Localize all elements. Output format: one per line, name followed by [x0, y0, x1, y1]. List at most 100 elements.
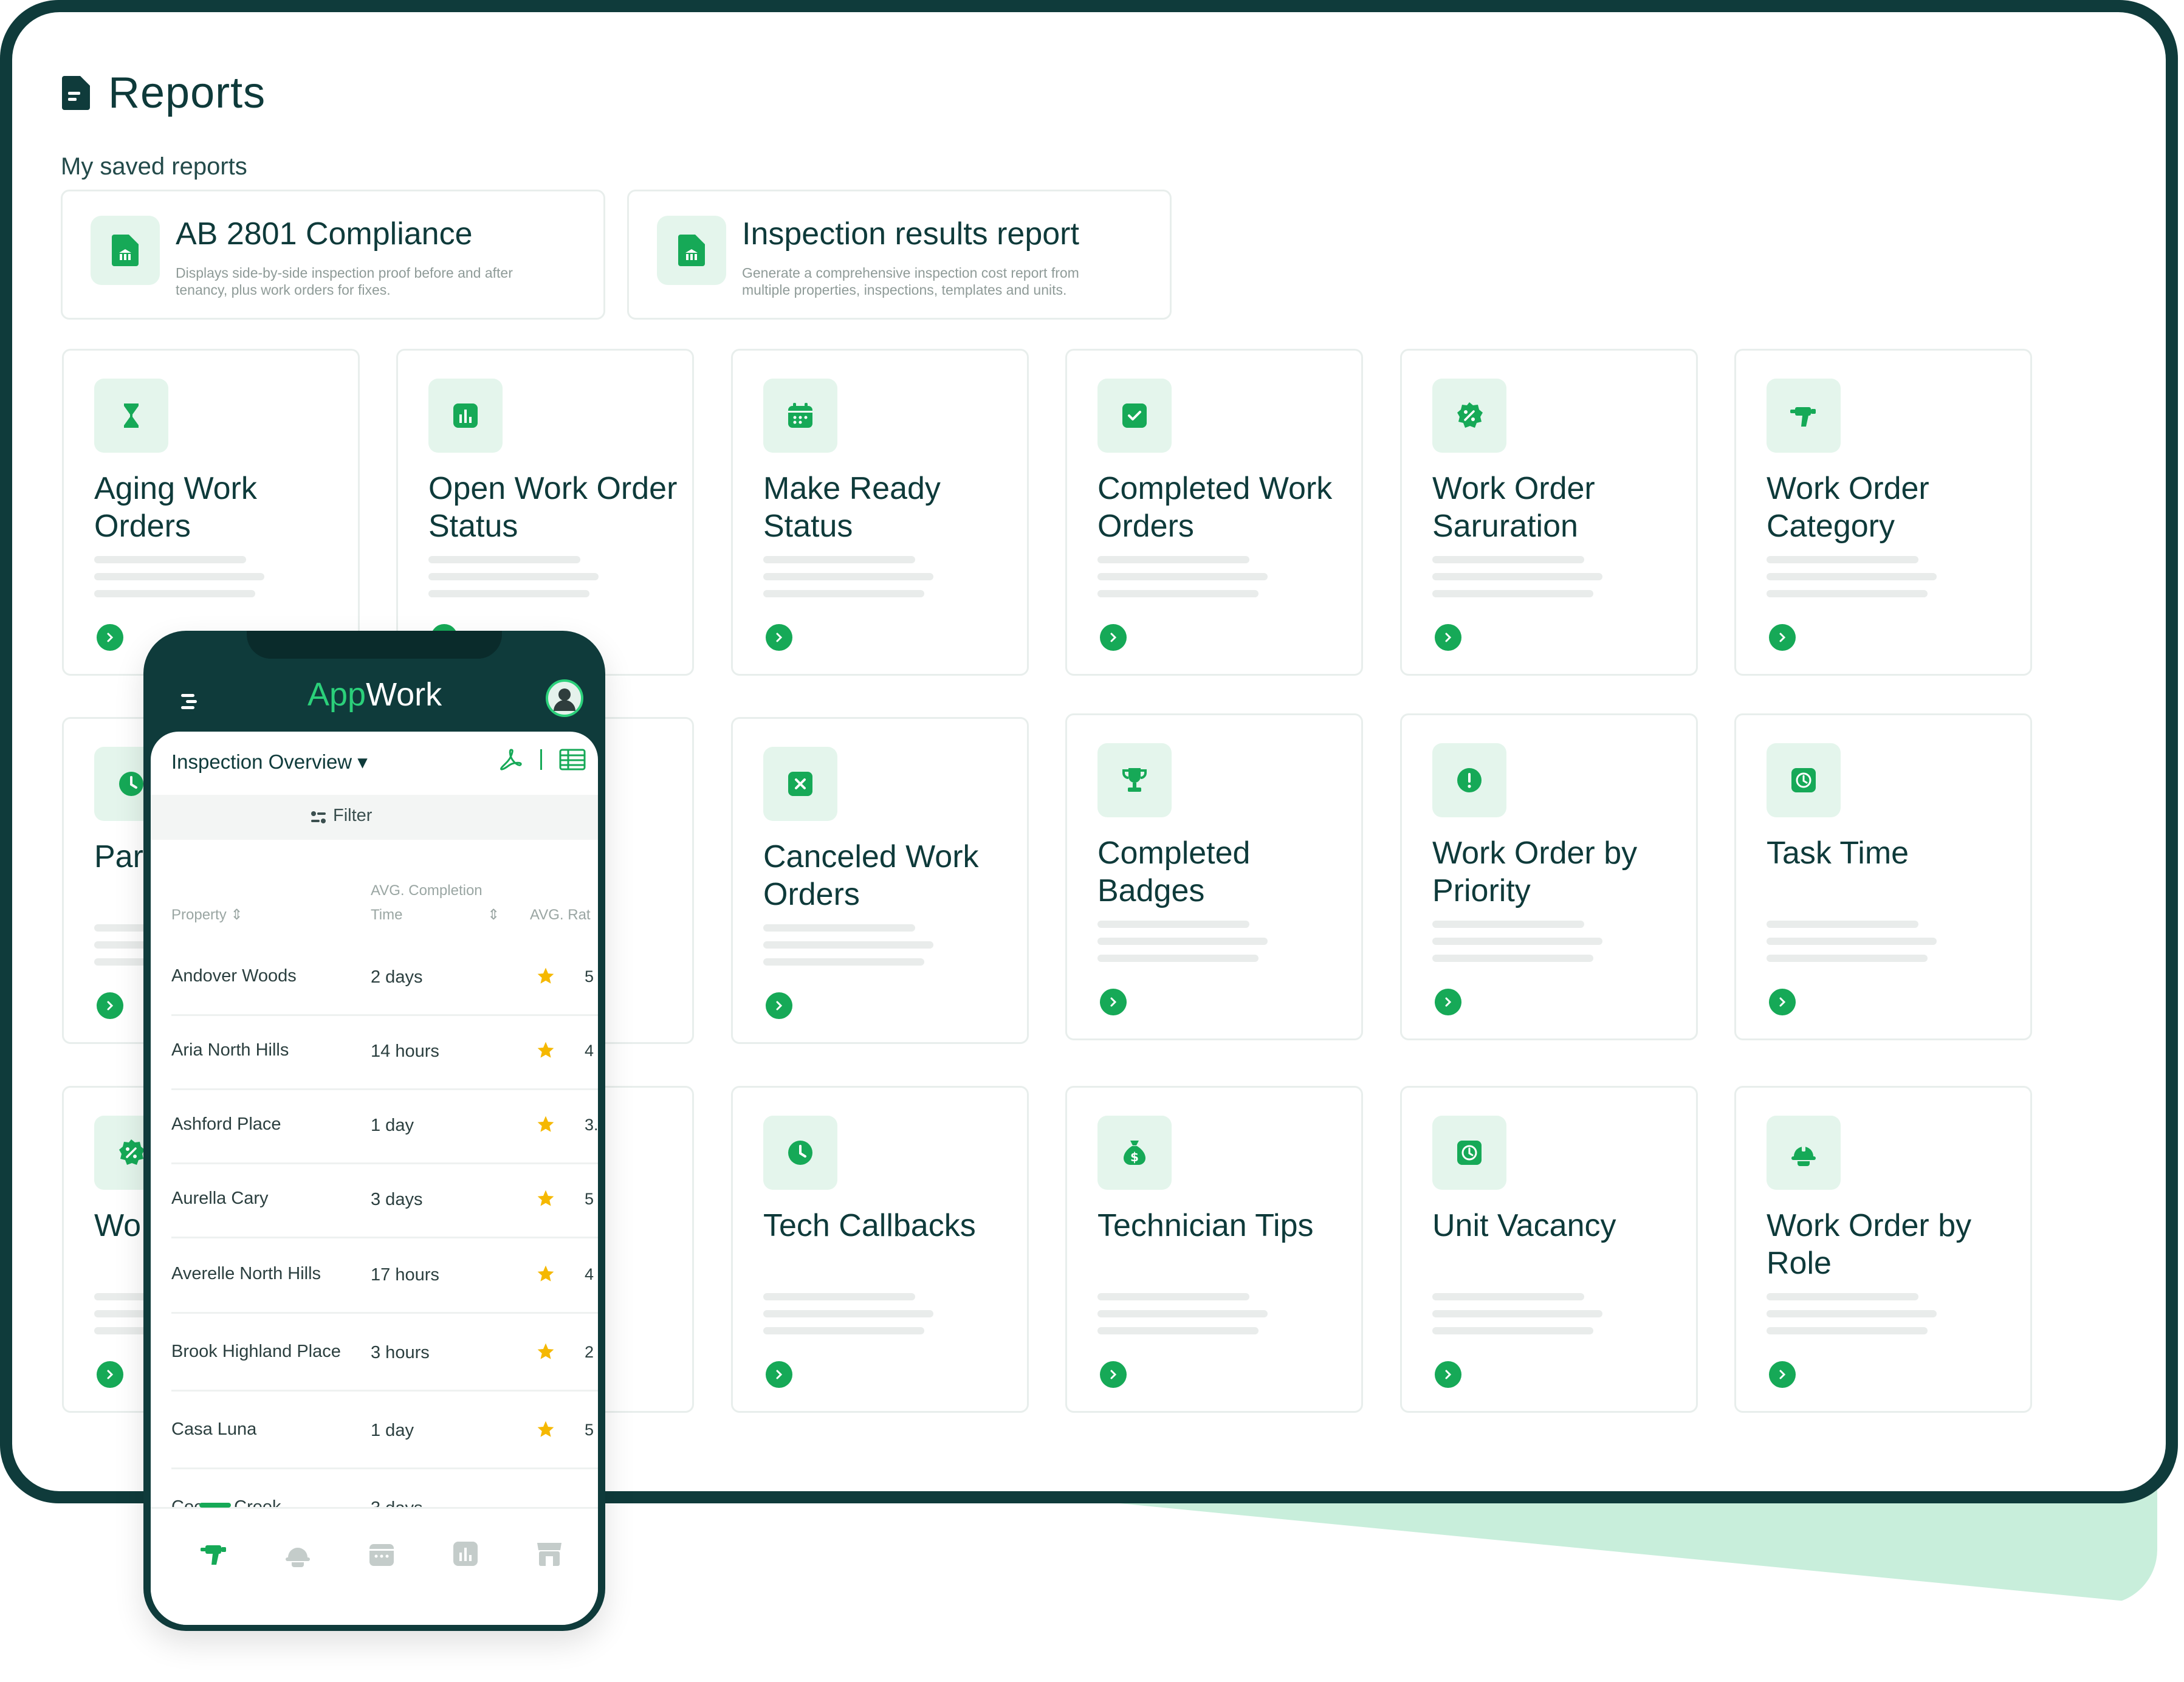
- report-card-technician-tips[interactable]: $ Technician Tips: [1065, 1086, 1363, 1413]
- app-logo-prefix: App: [307, 676, 366, 713]
- report-name: Canceled Work Orders: [763, 839, 979, 912]
- menu-icon[interactable]: [174, 683, 210, 719]
- saved-report-card[interactable]: Inspection results report Generate a com…: [627, 190, 1172, 320]
- placeholder-line: [1767, 590, 1928, 597]
- hard-hat-icon: [1767, 1116, 1841, 1190]
- table-row[interactable]: Aria North Hills 14 hours 4: [171, 1016, 598, 1090]
- phone-notch: [247, 631, 502, 659]
- rating-cell: 4: [585, 1265, 594, 1283]
- calendar-icon[interactable]: [367, 1539, 396, 1568]
- table-row[interactable]: Ashford Place 1 day 3.5: [171, 1090, 598, 1164]
- spreadsheet-export-icon[interactable]: [559, 747, 586, 772]
- chevron-right-icon[interactable]: [1769, 624, 1796, 651]
- report-card-work-order-saruration[interactable]: Work Order Saruration: [1400, 349, 1698, 676]
- drill-icon[interactable]: [199, 1539, 228, 1568]
- rating-cell: 5: [585, 1421, 594, 1439]
- x-square-icon: [763, 747, 837, 821]
- placeholder-line: [1432, 921, 1584, 928]
- completion-cell: 2 days: [371, 967, 423, 987]
- phone-screen: Inspection Overview ▾ Filter Property ⇕ …: [151, 732, 598, 1625]
- chevron-right-icon[interactable]: [1100, 1361, 1127, 1388]
- chevron-right-icon[interactable]: [766, 992, 792, 1019]
- report-card-work-order-by-priority[interactable]: Work Order by Priority: [1400, 713, 1698, 1040]
- report-select[interactable]: Inspection Overview ▾: [171, 750, 368, 774]
- chevron-right-icon[interactable]: [1435, 1361, 1461, 1388]
- property-cell: Casa Luna: [171, 1419, 257, 1439]
- chevron-right-icon[interactable]: [97, 624, 123, 651]
- building-doc-icon: [657, 216, 726, 285]
- star-icon: [537, 1190, 554, 1206]
- star-icon: [537, 1421, 554, 1437]
- placeholder-line: [1432, 1327, 1593, 1334]
- drill-icon: [1767, 379, 1841, 453]
- report-card-unit-vacancy[interactable]: Unit Vacancy: [1400, 1086, 1698, 1413]
- report-card-open-work-order-status[interactable]: Open Work Order Status: [396, 349, 694, 676]
- app-logo-suffix: Work: [366, 676, 442, 713]
- report-card-completed-badges[interactable]: Completed Badges: [1065, 713, 1363, 1040]
- table-row[interactable]: Casa Luna 1 day 5: [171, 1395, 598, 1469]
- placeholder-line: [94, 590, 255, 597]
- filter-bar[interactable]: Filter: [151, 795, 598, 840]
- placeholder-line: [1432, 955, 1593, 962]
- toolbar-divider: [540, 749, 542, 770]
- hard-hat-icon[interactable]: [283, 1539, 312, 1568]
- placeholder-line: [1097, 921, 1249, 928]
- chevron-right-icon[interactable]: [766, 1361, 792, 1388]
- calendar-icon: [763, 379, 837, 453]
- placeholder-line: [1767, 955, 1928, 962]
- report-card-work-order-by-role[interactable]: Work Order by Role: [1734, 1086, 2032, 1413]
- column-header-avg-completion[interactable]: AVG. Completion: [371, 879, 482, 903]
- chevron-right-icon[interactable]: [1769, 989, 1796, 1015]
- chevron-right-icon[interactable]: [97, 992, 123, 1019]
- star-icon: [537, 1042, 554, 1058]
- sort-icon[interactable]: ⇕: [487, 903, 500, 927]
- report-card-tech-callbacks[interactable]: Tech Callbacks: [731, 1086, 1029, 1413]
- report-name: Completed Badges: [1097, 836, 1251, 908]
- chevron-right-icon[interactable]: [1100, 989, 1127, 1015]
- column-header-avg-rating[interactable]: AVG. Rat: [530, 903, 591, 927]
- table-row[interactable]: Aurella Cary 3 days 5: [171, 1164, 598, 1238]
- report-card-task-time[interactable]: Task Time: [1734, 713, 2032, 1040]
- chevron-right-icon[interactable]: [1435, 989, 1461, 1015]
- placeholder-line: [1097, 590, 1259, 597]
- table-row[interactable]: Brook Highland Place 3 hours 2: [171, 1317, 598, 1392]
- property-cell: Ashford Place: [171, 1114, 281, 1134]
- avatar[interactable]: [546, 679, 583, 717]
- chevron-right-icon[interactable]: [1769, 1361, 1796, 1388]
- placeholder-line: [763, 924, 915, 932]
- placeholder-line: [428, 556, 580, 563]
- bar-chart-icon[interactable]: [451, 1539, 480, 1568]
- column-header-property[interactable]: Property ⇕: [171, 903, 242, 927]
- property-cell: Aria North Hills: [171, 1040, 289, 1060]
- chevron-right-icon[interactable]: [1435, 624, 1461, 651]
- report-card-aging-work-orders[interactable]: Aging Work Orders: [62, 349, 360, 676]
- report-card-completed-work-orders[interactable]: Completed Work Orders: [1065, 349, 1363, 676]
- saved-report-title: Inspection results report: [742, 216, 1079, 252]
- table-row[interactable]: Andover Woods 2 days 5: [171, 942, 598, 1016]
- report-card-work-order-category[interactable]: Work Order Category: [1734, 349, 2032, 676]
- report-name: Work Order by Priority: [1432, 836, 1638, 908]
- stage: Reports My saved reports AB 2801 Complia…: [0, 0, 2184, 1682]
- report-card-canceled-work-orders[interactable]: Canceled Work Orders: [731, 717, 1029, 1044]
- store-icon[interactable]: [535, 1539, 564, 1568]
- table-row[interactable]: Averelle North Hills 17 hours 4: [171, 1240, 598, 1314]
- rating-cell: 5: [585, 967, 594, 986]
- placeholder-line: [1097, 573, 1268, 580]
- saved-reports-label: My saved reports: [61, 153, 247, 180]
- phone-mockup: AppWork Inspection Overview ▾ Filter Pro…: [143, 631, 605, 1631]
- chevron-right-icon[interactable]: [1100, 624, 1127, 651]
- saved-report-card[interactable]: AB 2801 Compliance Displays side-by-side…: [61, 190, 605, 320]
- report-file-icon: [62, 76, 90, 110]
- rating-cell: 5: [585, 1190, 594, 1208]
- report-card-make-ready-status[interactable]: Make Ready Status: [731, 349, 1029, 676]
- chevron-right-icon[interactable]: [97, 1361, 123, 1388]
- pdf-export-icon[interactable]: [499, 747, 523, 772]
- chevron-right-icon[interactable]: [766, 624, 792, 651]
- property-cell: Aurella Cary: [171, 1189, 269, 1208]
- completion-cell: 17 hours: [371, 1265, 439, 1285]
- placeholder-line: [428, 590, 589, 597]
- building-doc-icon: [91, 216, 160, 285]
- check-square-icon: [1097, 379, 1172, 453]
- placeholder-line: [763, 958, 924, 966]
- money-bag-icon: $: [1097, 1116, 1172, 1190]
